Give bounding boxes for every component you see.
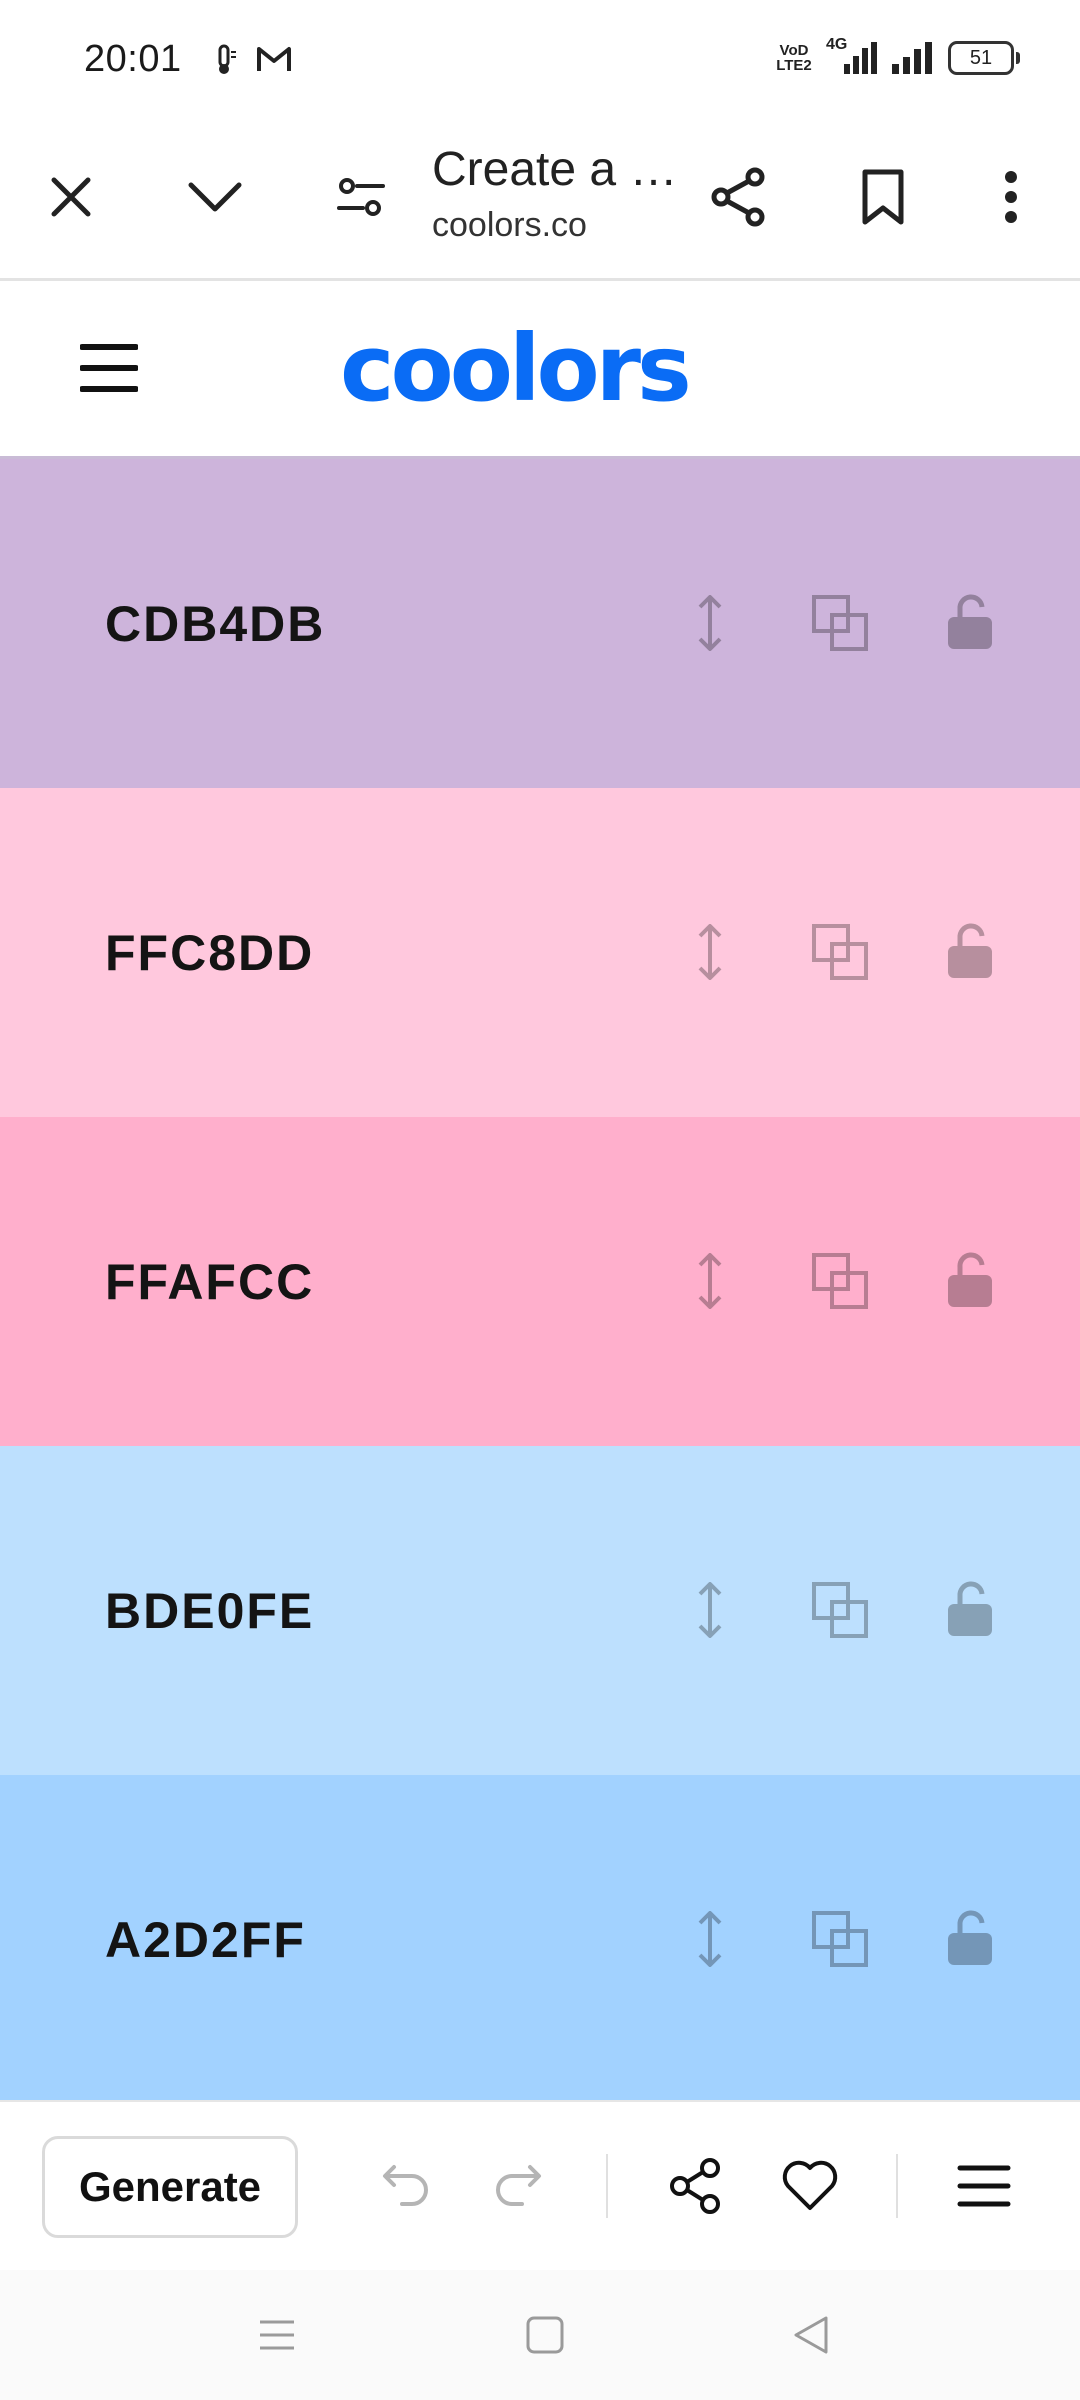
share-icon[interactable] bbox=[704, 162, 774, 232]
volte-indicator: VoD LTE2 bbox=[774, 43, 814, 73]
signal-icon bbox=[892, 42, 932, 74]
copy-icon[interactable] bbox=[808, 1578, 872, 1642]
generate-button[interactable]: Generate bbox=[42, 2136, 298, 2238]
lock-open-icon[interactable] bbox=[938, 920, 1002, 984]
bookmark-icon[interactable] bbox=[848, 162, 918, 232]
drag-vertical-icon[interactable] bbox=[678, 1907, 742, 1971]
toolbar-divider bbox=[606, 2154, 608, 2218]
volte-line2: LTE2 bbox=[776, 57, 812, 74]
color-swatch[interactable]: BDE0FE bbox=[0, 1446, 1080, 1775]
hamburger-icon[interactable] bbox=[952, 2154, 1016, 2218]
page-url[interactable]: coolors.co bbox=[432, 206, 587, 245]
hamburger-icon[interactable] bbox=[80, 339, 138, 397]
lock-open-icon[interactable] bbox=[938, 591, 1002, 655]
bottom-toolbar: Generate bbox=[0, 2100, 1080, 2272]
status-bar: 20:01 VoD LTE2 4G 51 bbox=[0, 0, 1080, 124]
share-icon[interactable] bbox=[664, 2154, 728, 2218]
copy-icon[interactable] bbox=[808, 591, 872, 655]
tune-icon[interactable] bbox=[326, 162, 396, 232]
color-hex-code[interactable]: BDE0FE bbox=[105, 1582, 314, 1640]
notification-icons bbox=[212, 44, 292, 76]
thermometer-icon bbox=[218, 44, 236, 74]
home-icon[interactable] bbox=[522, 2312, 568, 2358]
color-swatch[interactable]: A2D2FF bbox=[0, 1775, 1080, 2104]
undo-icon[interactable] bbox=[372, 2154, 436, 2218]
color-hex-code[interactable]: FFAFCC bbox=[105, 1253, 314, 1311]
status-indicators: VoD LTE2 4G 51 bbox=[774, 36, 1020, 76]
coolors-logo[interactable]: coolors bbox=[340, 323, 692, 415]
close-icon[interactable] bbox=[36, 162, 106, 232]
system-nav-bar bbox=[0, 2270, 1080, 2400]
copy-icon[interactable] bbox=[808, 1249, 872, 1313]
browser-toolbar: Create a … coolors.co bbox=[0, 124, 1080, 281]
color-swatch[interactable]: CDB4DB bbox=[0, 459, 1080, 788]
lock-open-icon[interactable] bbox=[938, 1578, 1002, 1642]
drag-vertical-icon[interactable] bbox=[678, 591, 742, 655]
drag-vertical-icon[interactable] bbox=[678, 1578, 742, 1642]
toolbar-divider bbox=[896, 2154, 898, 2218]
chevron-down-icon[interactable] bbox=[180, 162, 250, 232]
lock-open-icon[interactable] bbox=[938, 1907, 1002, 1971]
signal-4g-icon: 4G bbox=[826, 36, 878, 76]
heart-icon[interactable] bbox=[778, 2154, 842, 2218]
back-icon[interactable] bbox=[788, 2312, 834, 2358]
recents-icon[interactable] bbox=[254, 2312, 300, 2358]
redo-icon[interactable] bbox=[488, 2154, 552, 2218]
color-swatch[interactable]: FFAFCC bbox=[0, 1117, 1080, 1446]
site-header: coolors bbox=[0, 281, 1080, 459]
volte-line1: VoD bbox=[779, 42, 809, 59]
status-time: 20:01 bbox=[84, 38, 182, 80]
page-title[interactable]: Create a … bbox=[432, 142, 677, 197]
gmail-icon bbox=[257, 47, 291, 71]
battery-indicator: 51 bbox=[948, 41, 1020, 75]
copy-icon[interactable] bbox=[808, 1907, 872, 1971]
color-hex-code[interactable]: A2D2FF bbox=[105, 1911, 306, 1969]
color-hex-code[interactable]: CDB4DB bbox=[105, 595, 325, 653]
color-swatch[interactable]: FFC8DD bbox=[0, 788, 1080, 1117]
copy-icon[interactable] bbox=[808, 920, 872, 984]
drag-vertical-icon[interactable] bbox=[678, 1249, 742, 1313]
lock-open-icon[interactable] bbox=[938, 1249, 1002, 1313]
color-hex-code[interactable]: FFC8DD bbox=[105, 924, 314, 982]
drag-vertical-icon[interactable] bbox=[678, 920, 742, 984]
more-vert-icon[interactable] bbox=[976, 162, 1046, 232]
